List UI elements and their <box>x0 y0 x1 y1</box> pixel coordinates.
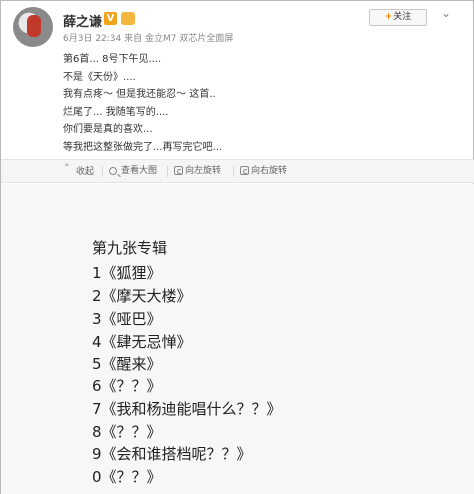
image-title: 第九张专辑 <box>92 239 168 257</box>
zoom-icon <box>109 167 117 175</box>
collapse-label: 收起 <box>76 167 95 177</box>
weibo-post: 薛之谦 V 6月3日 22:34 来自 金立M7 双芯片全面屏 +关注 第6首.… <box>0 0 474 494</box>
chevron-down-icon[interactable] <box>441 6 453 22</box>
track-item: 4《肆无忌惮》 <box>92 333 192 351</box>
verified-badge-icon: V <box>104 12 117 25</box>
track-item: 1《狐狸》 <box>92 264 162 282</box>
post-line: 烂尾了... 我随笔写的.... <box>63 106 169 118</box>
toolbar-divider <box>102 166 103 177</box>
follow-button[interactable]: +关注 <box>369 9 427 26</box>
track-item: 0《？？》 <box>92 468 162 486</box>
avatar[interactable] <box>13 7 53 47</box>
plus-icon: + <box>384 12 393 22</box>
username[interactable]: 薛之谦 <box>63 11 102 30</box>
track-item: 5《醒来》 <box>92 355 162 373</box>
track-item: 8《？？》 <box>92 423 162 441</box>
view-large-label: 查看大图 <box>121 166 158 176</box>
rotate-right-label: 向右旋转 <box>251 166 288 176</box>
rotate-left-icon <box>174 166 183 175</box>
post-line: 我有点疼～ 但是我还能忍～ 这首.. <box>63 89 216 100</box>
track-item: 3《哑巴》 <box>92 310 162 328</box>
track-item: 2《摩天大楼》 <box>92 287 192 305</box>
track-item: 7《我和杨迪能唱什么？？》 <box>92 400 282 418</box>
track-item: 6《？？》 <box>92 377 162 395</box>
rotate-right-button[interactable]: 向右旋转 <box>240 165 287 178</box>
toolbar-divider <box>233 166 234 177</box>
rotate-left-button[interactable]: 向左旋转 <box>174 165 221 178</box>
toolbar-divider <box>167 166 168 177</box>
rotate-right-icon <box>240 166 249 175</box>
post-meta: 6月3日 22:34 来自 金立M7 双芯片全面屏 <box>63 34 234 44</box>
view-large-button[interactable]: 查看大图 <box>109 165 157 178</box>
post-text: 第6首... 8号下午见.... 不是《天份》.... 我有点疼～ 但是我还能忍… <box>63 51 463 156</box>
post-line: 第6首... 8号下午见.... <box>63 54 162 65</box>
post-line: 等我把这整张做完了...再写完它吧... <box>63 141 223 153</box>
follow-label: 关注 <box>393 12 412 22</box>
collapse-button[interactable]: 收起 <box>63 162 95 178</box>
post-line: 不是《天份》.... <box>63 71 136 83</box>
post-image[interactable]: 第九张专辑 1《狐狸》 2《摩天大楼》 3《哑巴》 4《肆无忌惮》 5《醒来》 … <box>1 184 474 494</box>
image-toolbar: 收起 查看大图 向左旋转 向右旋转 <box>1 159 474 183</box>
crown-icon <box>121 12 135 25</box>
rotate-left-label: 向左旋转 <box>185 166 222 176</box>
collapse-icon <box>63 162 74 176</box>
post-line: 你们要是真的喜欢... <box>63 124 153 135</box>
track-item: 9《会和谁搭档呢？？》 <box>92 445 252 463</box>
